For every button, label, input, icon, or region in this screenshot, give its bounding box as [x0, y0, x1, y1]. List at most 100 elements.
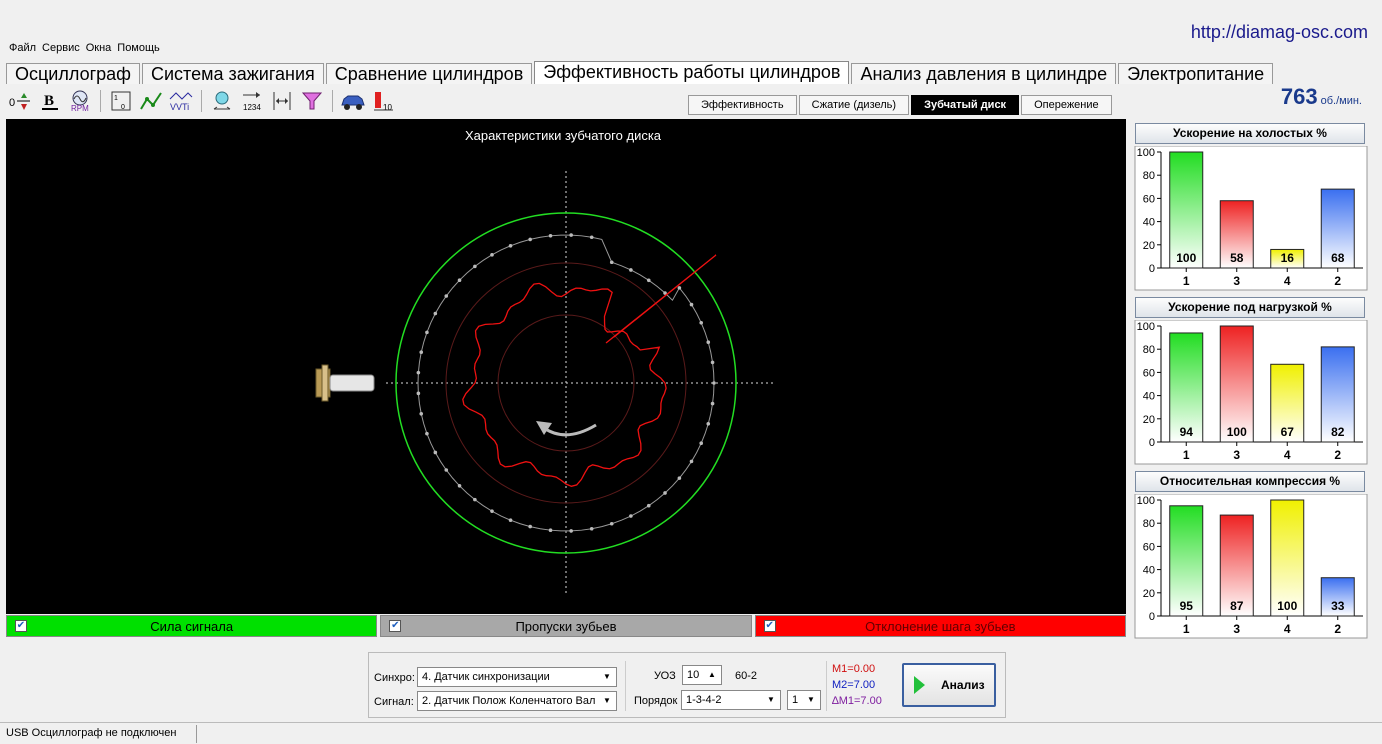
- rotation-arrow-icon: [543, 423, 597, 437]
- filter-icon[interactable]: [298, 88, 326, 114]
- main-tabs: Осциллограф Система зажигания Сравнение …: [6, 61, 1275, 84]
- tab-oscilloscope[interactable]: Осциллограф: [6, 63, 140, 84]
- spinner-arrows-icon[interactable]: ▲: [705, 666, 719, 684]
- sensor-icon[interactable]: [208, 88, 236, 114]
- trend-icon[interactable]: [137, 88, 165, 114]
- subtab-tooth-disc[interactable]: Зубчатый диск: [911, 95, 1020, 115]
- legend-signal-strength[interactable]: ✔ Сила сигнала: [6, 615, 378, 637]
- cylinder-count-icon[interactable]: 10: [369, 88, 397, 114]
- bar-value-label: 100: [1176, 251, 1196, 265]
- menu-service[interactable]: Сервис: [42, 42, 80, 54]
- tooth-point: [699, 441, 704, 445]
- bold-icon[interactable]: B: [36, 88, 64, 114]
- y-tick-label: 20: [1143, 414, 1155, 426]
- menu-windows[interactable]: Окна: [86, 42, 112, 54]
- tab-pressure-analysis[interactable]: Анализ давления в цилиндре: [851, 63, 1117, 84]
- divider: [625, 661, 626, 711]
- range-icon[interactable]: [268, 88, 296, 114]
- toolbar-separator: [201, 90, 202, 112]
- svg-text:0: 0: [121, 104, 125, 111]
- tooth-point: [677, 476, 682, 480]
- tooth-point: [689, 302, 694, 307]
- y-tick-label: 80: [1143, 170, 1155, 182]
- zero-offset-icon[interactable]: 0: [6, 88, 34, 114]
- tooth-point: [457, 484, 462, 488]
- tooth-point: [589, 526, 594, 531]
- vvti-icon[interactable]: VVTi: [167, 88, 195, 114]
- svg-text:1: 1: [114, 95, 118, 102]
- legend-missing-teeth[interactable]: ✔ Пропуски зубьев: [380, 615, 752, 637]
- tooth-point: [416, 370, 421, 375]
- menu-bar: Файл Сервис Окна Помощь: [0, 38, 1382, 58]
- y-tick-label: 100: [1137, 495, 1155, 507]
- chevron-down-icon: ▼: [807, 695, 815, 704]
- scale-icon[interactable]: 10: [107, 88, 135, 114]
- signal-select[interactable]: 2. Датчик Полож Коленчатого Вал ▼: [417, 691, 617, 711]
- status-text: USB Осциллограф не подключен: [6, 727, 177, 739]
- bar-value-label: 94: [1180, 425, 1194, 439]
- tooth-disc-plot[interactable]: [6, 119, 1126, 614]
- rpm-icon[interactable]: RPM: [66, 88, 94, 114]
- y-tick-label: 100: [1137, 147, 1155, 159]
- subtab-efficiency[interactable]: Эффективность: [688, 95, 797, 115]
- divider: [826, 661, 827, 711]
- svg-text:1234: 1234: [243, 103, 261, 112]
- legend-bar: ✔ Сила сигнала ✔ Пропуски зубьев ✔ Откло…: [6, 615, 1126, 637]
- rotation-arrowhead-icon: [536, 421, 552, 435]
- tooth-point: [706, 421, 711, 426]
- chart-title: Ускорение на холостых %: [1135, 123, 1365, 144]
- y-tick-label: 60: [1143, 367, 1155, 379]
- legend-label: Сила сигнала: [150, 618, 234, 634]
- menu-file[interactable]: Файл: [9, 42, 36, 54]
- m2-value: M2=7.00: [832, 679, 876, 691]
- tooth-point: [490, 509, 494, 513]
- y-tick-label: 80: [1143, 518, 1155, 530]
- missing-teeth-checkbox[interactable]: ✔: [389, 620, 402, 632]
- subtab-compression-diesel[interactable]: Сжатие (дизель): [798, 95, 910, 115]
- bar-value-label: 95: [1180, 599, 1194, 613]
- chevron-down-icon: ▼: [603, 672, 611, 681]
- tooth-point: [706, 340, 711, 345]
- chart-relative-compression: Относительная компрессия % 0 20 40 60 80 100 9…: [1133, 467, 1369, 639]
- tooth-point: [629, 268, 633, 272]
- tooth-point: [646, 503, 651, 508]
- subtab-advance[interactable]: Опережение: [1021, 95, 1112, 115]
- bar-value-label: 68: [1331, 251, 1345, 265]
- y-tick-label: 60: [1143, 193, 1155, 205]
- menu-help[interactable]: Помощь: [117, 42, 160, 54]
- order-index-select[interactable]: 1 ▼: [787, 690, 821, 710]
- y-tick-label: 20: [1143, 240, 1155, 252]
- tooth-point: [677, 286, 682, 290]
- bar-value-label: 33: [1331, 599, 1345, 613]
- tooth-point: [710, 401, 715, 406]
- tooth-point: [419, 350, 424, 355]
- tab-cylinder-compare[interactable]: Сравнение цилиндров: [325, 63, 533, 84]
- legend-tooth-pitch-deviation[interactable]: ✔ Отклонение шага зубьев: [754, 615, 1126, 637]
- tooth-point: [609, 260, 614, 265]
- tooth-point: [444, 468, 449, 472]
- y-tick-label: 40: [1143, 565, 1155, 577]
- tooth-pitch-deviation-checkbox[interactable]: ✔: [763, 620, 776, 632]
- category-label: 2: [1334, 622, 1341, 636]
- tab-power[interactable]: Электропитание: [1118, 63, 1274, 84]
- sequence-icon[interactable]: 1234: [238, 88, 266, 114]
- uoz-spinner[interactable]: 10 ▲: [682, 665, 722, 685]
- chart-load-acceleration: Ускорение под нагрузкой % 0 20 40 60 80 100 94…: [1133, 293, 1369, 465]
- firing-order-select[interactable]: 1-3-4-2 ▼: [681, 690, 781, 710]
- bar-chart: 0 20 40 60 80 100 100 1 58 3 16 4 68 2: [1134, 146, 1368, 291]
- tooth-point: [710, 360, 715, 365]
- tab-ignition[interactable]: Система зажигания: [141, 63, 324, 84]
- car-icon[interactable]: [339, 88, 367, 114]
- tooth-point: [473, 497, 477, 502]
- bar-value-label: 87: [1230, 599, 1244, 613]
- tab-cylinder-efficiency[interactable]: Эффективность работы цилиндров: [534, 61, 850, 84]
- sync-select[interactable]: 4. Датчик синхронизации ▼: [417, 667, 617, 687]
- category-label: 4: [1284, 448, 1291, 462]
- category-label: 4: [1284, 622, 1291, 636]
- teeth-count: 60-2: [735, 670, 758, 682]
- signal-strength-checkbox[interactable]: ✔: [15, 620, 27, 632]
- tooth-point: [416, 391, 421, 396]
- category-label: 1: [1183, 448, 1190, 462]
- delta-m1-value: ∆M1=7.00: [832, 695, 882, 707]
- analyze-button[interactable]: Анализ: [902, 663, 996, 707]
